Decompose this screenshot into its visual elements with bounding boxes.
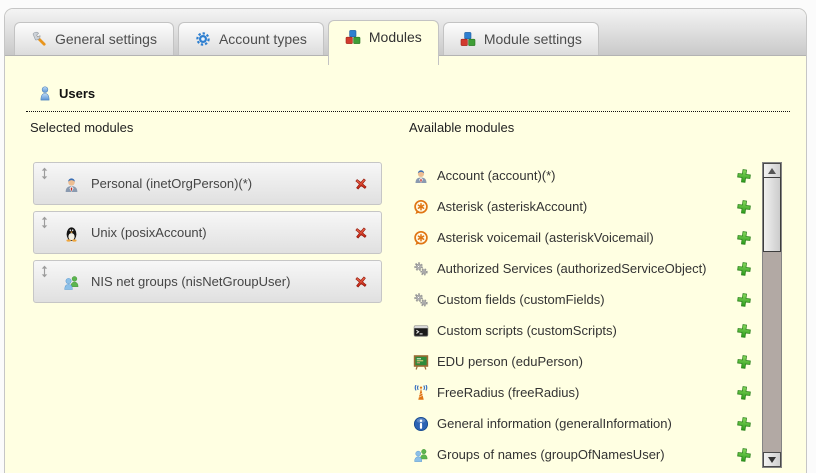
add-icon[interactable] [736,199,752,215]
info-icon [413,416,429,432]
asterisk-icon [413,199,429,215]
gear-icon [195,31,211,47]
module-label: Custom scripts (customScripts) [437,316,617,346]
arrow-up-icon [768,168,776,174]
delete-icon[interactable] [353,176,369,192]
available-module-row: Asterisk voicemail (asteriskVoicemail) [409,223,765,254]
module-label: Groups of names (groupOfNamesUser) [437,440,665,470]
tab-list: General settings Account types Modules M… [14,20,599,55]
tab-general-settings[interactable]: General settings [14,22,174,55]
gears-icon [413,261,429,277]
available-modules-scrollbar[interactable] [762,162,782,468]
tab-label: Account types [219,31,307,47]
scrollbar-thumb[interactable] [763,177,781,252]
available-module-row: Groups of names (groupOfNamesUser) [409,440,765,471]
module-label: Asterisk (asteriskAccount) [437,192,587,222]
available-module-row: Custom scripts (customScripts) [409,316,765,347]
available-module-row: General information (generalInformation) [409,409,765,440]
scroll-up-button[interactable] [763,163,781,178]
add-icon[interactable] [736,292,752,308]
available-module-row: Custom fields (customFields) [409,285,765,316]
add-icon[interactable] [736,168,752,184]
modules-icon [345,29,361,45]
available-module-row: Authorized Services (authorizedServiceOb… [409,254,765,285]
person-suit-icon [413,168,429,184]
drag-handle-icon[interactable] [40,216,49,229]
drag-handle-icon[interactable] [40,265,49,278]
blackboard-icon [413,354,429,370]
scroll-down-button[interactable] [763,452,781,467]
tab-label: Modules [369,29,422,45]
section-title: Users [59,86,95,101]
delete-icon[interactable] [353,225,369,241]
module-label: Asterisk voicemail (asteriskVoicemail) [437,223,654,253]
tab-label: General settings [55,31,157,47]
antenna-icon [413,385,429,401]
selected-module-row[interactable]: Personal (inetOrgPerson)(*) [33,162,382,205]
module-label: Custom fields (customFields) [437,285,605,315]
available-module-row: Asterisk (asteriskAccount) [409,192,765,223]
tab-bar: General settings Account types Modules M… [5,9,806,56]
wrench-icon [31,31,47,47]
add-icon[interactable] [736,416,752,432]
add-icon[interactable] [736,323,752,339]
module-label: EDU person (eduPerson) [437,347,583,377]
available-module-row: EDU person (eduPerson) [409,347,765,378]
add-icon[interactable] [736,261,752,277]
selected-module-row[interactable]: NIS net groups (nisNetGroupUser) [33,260,382,303]
gears-icon [413,292,429,308]
configuration-panel: General settings Account types Modules M… [4,8,807,473]
drag-handle-icon[interactable] [40,167,49,180]
user-pawn-icon [38,85,52,102]
asterisk-icon [413,230,429,246]
module-label: NIS net groups (nisNetGroupUser) [91,261,290,302]
arrow-down-icon [768,457,776,463]
terminal-icon [413,323,429,339]
module-label: General information (generalInformation) [437,409,672,439]
module-label: Authorized Services (authorizedServiceOb… [437,254,707,284]
selected-modules-list: Personal (inetOrgPerson)(*) Unix (posixA… [33,162,382,309]
tab-modules[interactable]: Modules [328,20,439,65]
group-icon [63,274,80,291]
available-modules-list: Account (account)(*) Asterisk (asteriskA… [409,161,765,471]
module-label: FreeRadius (freeRadius) [437,378,579,408]
tux-icon [63,225,80,242]
module-label: Unix (posixAccount) [91,212,207,253]
selected-modules-label: Selected modules [30,120,133,135]
add-icon[interactable] [736,354,752,370]
delete-icon[interactable] [353,274,369,290]
available-module-row: FreeRadius (freeRadius) [409,378,765,409]
person-suit-icon [63,176,80,193]
add-icon[interactable] [736,447,752,463]
add-icon[interactable] [736,385,752,401]
tab-account-types[interactable]: Account types [178,22,324,55]
add-icon[interactable] [736,230,752,246]
module-label: Account (account)(*) [437,161,556,191]
section-heading-users: Users [26,85,790,112]
module-label: Personal (inetOrgPerson)(*) [91,163,252,204]
tab-label: Module settings [484,31,582,47]
modules-icon [460,31,476,47]
available-modules-label: Available modules [409,120,514,135]
group-icon [413,447,429,463]
tab-module-settings[interactable]: Module settings [443,22,599,55]
available-module-row: Account (account)(*) [409,161,765,192]
selected-module-row[interactable]: Unix (posixAccount) [33,211,382,254]
